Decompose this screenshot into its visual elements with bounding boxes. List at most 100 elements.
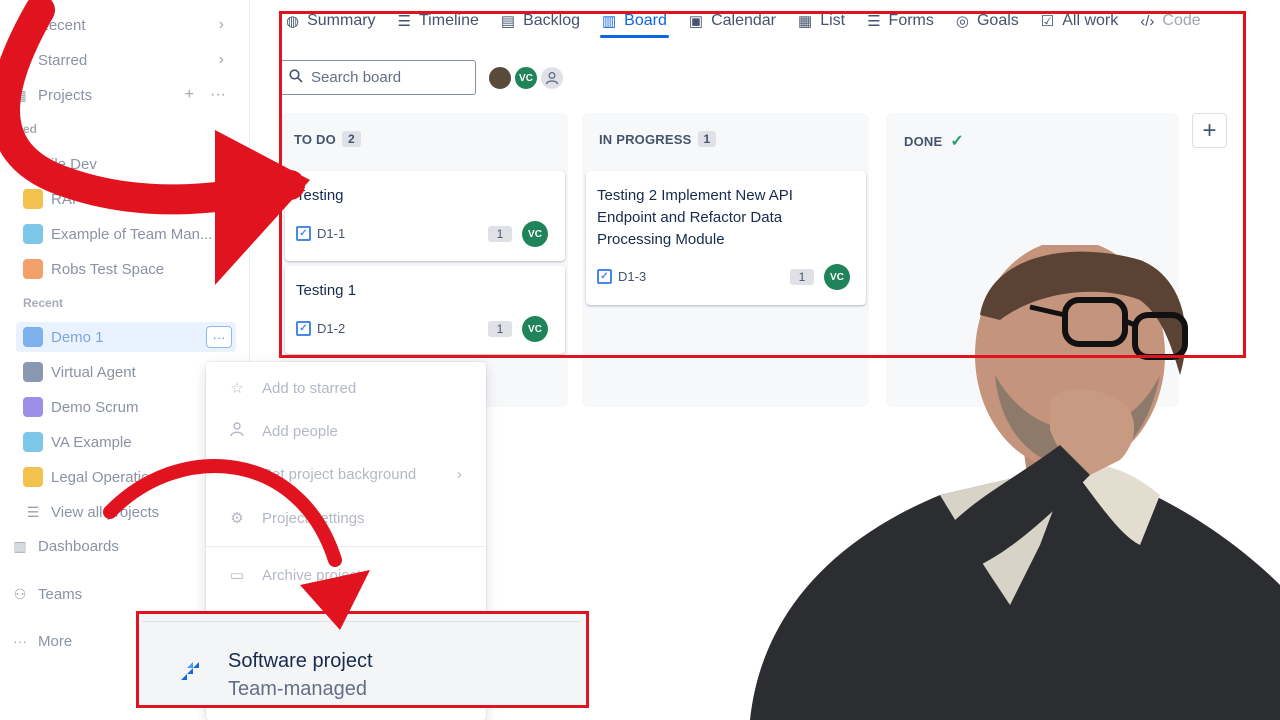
person-icon [226, 421, 248, 441]
menu-item-label: Add people [262, 422, 338, 440]
card-key[interactable]: ✓ D1-2 [296, 321, 345, 336]
calendar-icon: ▣ [688, 13, 704, 30]
project-icon [23, 189, 43, 209]
menu-item-label: Add to starred [262, 379, 357, 397]
tab-list[interactable]: ▦ List [787, 0, 856, 42]
assignee-avatar[interactable]: VC [522, 221, 548, 247]
sidebar-item-label: Legal Operation [51, 468, 158, 486]
sidebar-project-robs-test[interactable]: Robs Test Space [0, 254, 240, 284]
card-key[interactable]: ✓ D1-1 [296, 226, 345, 241]
project-icon [23, 467, 43, 487]
assignee-avatar[interactable]: VC [522, 316, 548, 342]
tab-timeline[interactable]: ☰ Timeline [387, 0, 490, 42]
sidebar-item-starred[interactable]: ☆ Starred › [0, 45, 240, 75]
sidebar-item-label: Teams [38, 585, 83, 603]
sidebar-item-dashboards[interactable]: ▥ Dashboards [0, 531, 240, 561]
tab-goals[interactable]: ◎ Goals [945, 0, 1030, 42]
globe-icon: ◍ [286, 13, 300, 30]
list-icon: ☰ [26, 503, 40, 520]
menu-item-archive-project[interactable]: ▭ Archive project [206, 555, 486, 595]
issue-card[interactable]: Testing 1 ✓ D1-2 1 VC [285, 266, 565, 354]
tab-code[interactable]: ‹/› Code [1129, 0, 1211, 42]
presenter-photo [750, 245, 1280, 720]
project-type-title: Software project [228, 650, 373, 672]
code-icon: ‹/› [1140, 12, 1155, 30]
menu-item-set-background[interactable]: Set project background › [206, 454, 486, 494]
menu-item-add-to-starred[interactable]: ☆ Add to starred [206, 368, 486, 408]
column-count: 2 [341, 131, 361, 147]
sidebar-project-mobile-dev[interactable]: ile Dev [0, 149, 240, 179]
sidebar-item-projects[interactable]: ▦ Projects + ··· [0, 80, 240, 110]
clock-icon: ◷ [13, 16, 27, 33]
sidebar-item-label: Starred [38, 51, 88, 69]
sidebar-item-teams[interactable]: ⚇ Teams [0, 579, 240, 609]
menu-item-label: Project settings [262, 509, 365, 527]
search-input[interactable]: Search board [280, 60, 476, 95]
sidebar-view-all-projects[interactable]: ☰ View all projects [0, 497, 240, 527]
tab-label: All work [1062, 12, 1119, 29]
timeline-icon: ☰ [397, 13, 411, 30]
projects-icon: ▦ [13, 86, 27, 103]
tab-label: Board [624, 12, 667, 29]
chevron-right-icon: › [457, 465, 462, 483]
tab-label: Timeline [419, 12, 479, 29]
task-checkbox-icon: ✓ [597, 269, 612, 284]
sidebar-project-example-team[interactable]: Example of Team Man... [0, 219, 240, 249]
column-title: DONE [904, 133, 943, 149]
sidebar-project-va-example[interactable]: VA Example [0, 427, 240, 457]
project-type-card: Software project Team-managed [142, 621, 580, 700]
project-icon [23, 259, 43, 279]
unassigned-avatar[interactable] [539, 65, 565, 91]
project-more-button[interactable]: ··· [206, 326, 232, 348]
forms-icon: ☰ [867, 13, 881, 30]
teams-icon: ⚇ [13, 585, 27, 602]
sidebar-project-virtual-agent[interactable]: Virtual Agent [0, 357, 240, 387]
backlog-icon: ▤ [500, 13, 516, 30]
more-icon[interactable]: ··· [210, 86, 226, 104]
archive-icon: ▭ [229, 567, 245, 584]
avatar[interactable]: VC [513, 65, 539, 91]
tab-forms[interactable]: ☰ Forms [856, 0, 945, 42]
add-column-button[interactable]: + [1192, 113, 1227, 148]
project-icon [23, 327, 43, 347]
card-key[interactable]: ✓ D1-3 [597, 269, 646, 284]
chevron-right-icon: › [218, 51, 224, 68]
star-icon: ☆ [13, 51, 27, 68]
card-title: Testing 2 Implement New API Endpoint and… [597, 187, 793, 248]
tab-label: List [820, 12, 846, 29]
sidebar-project-demo-1[interactable]: Demo 1 ··· [16, 322, 236, 352]
sidebar-item-label: Virtual Agent [51, 363, 136, 381]
menu-item-project-settings[interactable]: ⚙ Project settings [206, 498, 486, 538]
sidebar-item-label: Example of Team Man... [51, 225, 213, 243]
tab-calendar[interactable]: ▣ Calendar [678, 0, 787, 42]
sidebar-project-rai[interactable]: RAI [0, 184, 240, 214]
card-key-label: D1-3 [618, 269, 647, 284]
column-header: DONE ✓ [904, 131, 964, 151]
tab-board[interactable]: ▥ Board [591, 0, 678, 42]
issue-card[interactable]: Testing ✓ D1-1 1 VC [285, 171, 565, 261]
add-project-icon[interactable]: + [185, 86, 194, 104]
tab-backlog[interactable]: ▤ Backlog [490, 0, 591, 42]
starred-section-heading: ed [23, 122, 38, 136]
tab-summary[interactable]: ◍ Summary [275, 0, 387, 42]
tab-all-work[interactable]: ☑ All work [1030, 0, 1129, 42]
column-title: IN PROGRESS [599, 131, 692, 147]
sidebar-project-legal[interactable]: Legal Operation [0, 462, 240, 492]
card-title: Testing [296, 187, 344, 204]
card-key-label: D1-1 [317, 226, 346, 241]
check-icon: ✓ [950, 133, 964, 150]
story-points: 1 [488, 321, 512, 337]
menu-item-label: Set project background [262, 465, 417, 483]
sidebar-project-demo-scrum[interactable]: Demo Scrum [0, 392, 240, 422]
project-icon [23, 362, 43, 382]
chevron-right-icon: › [218, 16, 224, 33]
avatar[interactable] [487, 65, 513, 91]
project-icon [23, 397, 43, 417]
goals-icon: ◎ [955, 13, 969, 30]
sidebar-item-label: Dashboards [38, 537, 119, 555]
sidebar-item-recent[interactable]: ◷ Recent › [0, 10, 240, 40]
search-icon [289, 69, 303, 86]
column-header: IN PROGRESS 1 [599, 131, 717, 147]
card-title: Testing 1 [296, 282, 357, 299]
menu-item-add-people[interactable]: Add people [206, 411, 486, 451]
